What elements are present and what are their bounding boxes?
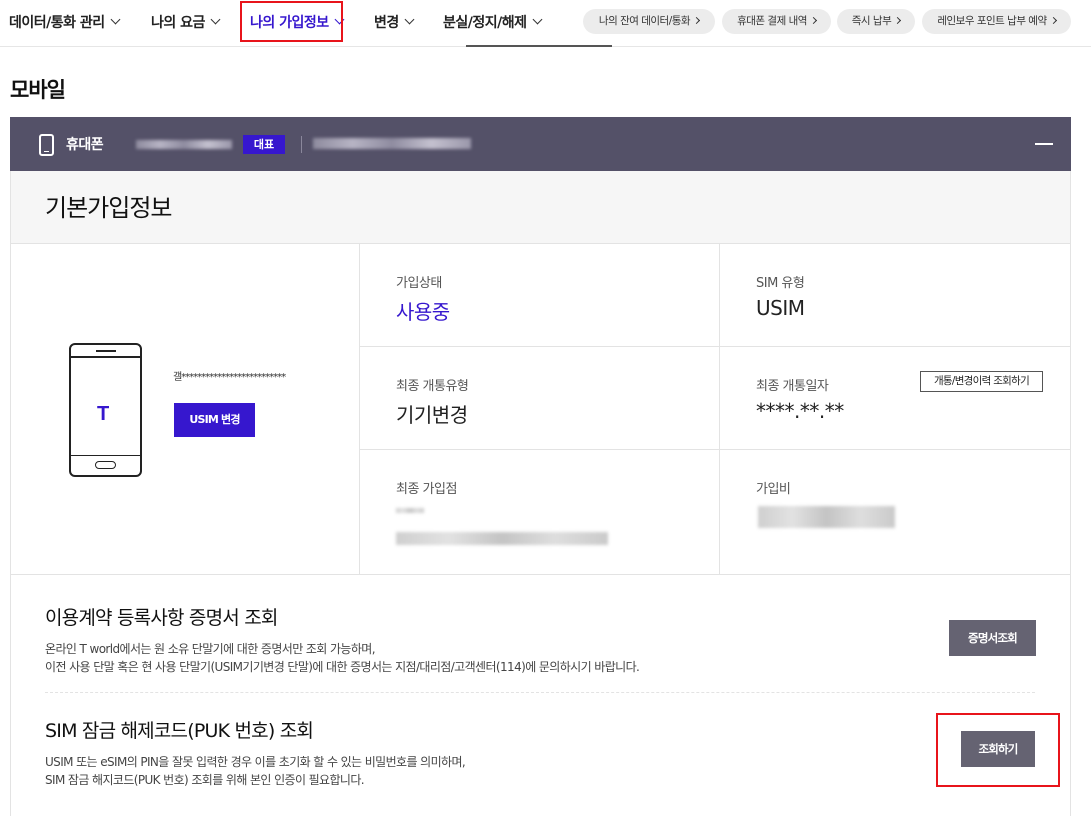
nav-active-underline [466,45,612,47]
card-title: 기본가입정보 [45,194,172,222]
chevron-right-icon [809,16,817,25]
masked-join-fee [758,506,895,528]
nav-data-call-management[interactable]: 데이터/통화 관리 [9,12,121,32]
info-cell-open-type: 최종 개통유형 기기변경 [360,347,720,450]
shortcut-instant-payment[interactable]: 즉시 납부 [837,9,915,34]
subscription-info-card: 기본가입정보 T 갤************************** USI… [10,171,1071,816]
speaker-line [96,350,116,352]
divider [301,136,302,153]
open-type-label: 최종 개통유형 [396,379,469,394]
screen-bottom-line [71,454,140,456]
chevron-right-icon [894,16,902,25]
mobile-phone-icon [39,134,54,156]
usim-change-button[interactable]: USIM 변경 [174,403,255,437]
card-header: 기본가입정보 [11,171,1070,244]
nav-highlight-box [240,1,343,42]
home-button-icon [95,461,116,469]
info-cell-status: 가입상태 사용중 [360,244,720,347]
contract-title: 이용계약 등록사항 증명서 조회 [45,607,278,629]
info-cell-join-fee: 가입비 [720,450,1070,575]
info-cell-open-date: 최종 개통일자 ****.**.** 개통/변경이력 조회하기 [720,347,1070,450]
open-type-value: 기기변경 [396,403,468,427]
representative-badge: 대표 [243,135,285,154]
nav-lost-suspend-release[interactable]: 분실/정지/해제 [443,12,542,32]
chevron-down-icon [532,14,542,25]
contract-description: 온라인 T world에서는 원 소유 단말기에 대한 증명서만 조회 가능하며… [45,640,640,676]
device-area: T 갤************************** USIM 변경 [11,244,360,575]
nav-label: 데이터/통화 관리 [9,15,105,31]
info-cell-store: 최종 가입점 [360,450,720,575]
shortcut-label: 나의 잔여 데이터/통화 [598,15,691,27]
puk-title: SIM 잠금 해제코드(PUK 번호) 조회 [45,720,314,742]
shortcut-label: 휴대폰 결제 내역 [737,15,807,27]
chevron-right-icon [1049,16,1057,25]
screen-top-line [71,356,140,358]
sim-type-value: USIM [756,296,805,320]
contract-desc-line1: 온라인 T world에서는 원 소유 단말기에 대한 증명서만 조회 가능하며… [45,642,376,656]
shortcut-phone-payment-history[interactable]: 휴대폰 결제 내역 [722,9,831,34]
page-title: 모바일 [10,78,66,102]
certificate-lookup-button[interactable]: 증명서조회 [949,620,1036,656]
status-value: 사용중 [396,300,450,324]
open-date-value: ****.**.** [756,399,844,423]
masked-store-name [396,532,608,545]
puk-description: USIM 또는 eSIM의 PIN을 잘못 입력한 경우 이를 초기화 할 수 … [45,753,466,789]
chevron-right-icon [693,16,701,25]
join-fee-label: 가입비 [756,482,791,497]
open-date-label: 최종 개통일자 [756,379,829,394]
nav-label: 분실/정지/해제 [443,15,527,31]
store-label: 최종 가입점 [396,482,457,497]
puk-desc-line1: USIM 또는 eSIM의 PIN을 잘못 입력한 경우 이를 초기화 할 수 … [45,755,466,769]
chevron-down-icon [210,14,221,25]
nav-my-fee[interactable]: 나의 요금 [151,12,221,32]
collapse-icon[interactable] [1035,143,1053,145]
info-cell-sim-type: SIM 유형 USIM [720,244,1070,347]
sim-type-label: SIM 유형 [756,276,805,291]
shortcut-remaining-data[interactable]: 나의 잔여 데이터/통화 [583,9,715,34]
chevron-down-icon [404,14,415,25]
section-divider [45,692,1035,693]
masked-store-code [396,508,424,513]
button-highlight-box [936,713,1060,787]
line-header-bar[interactable]: 휴대폰 대표 [10,117,1071,171]
nav-label: 나의 요금 [151,15,205,31]
status-label: 가입상태 [396,276,442,291]
shortcut-label: 즉시 납부 [851,15,892,27]
shortcut-label: 레인보우 포인트 납부 예약 [937,15,1047,27]
nav-change[interactable]: 변경 [374,12,415,32]
chevron-down-icon [110,14,121,25]
masked-phone-number [313,138,471,149]
top-navigation: 데이터/통화 관리 나의 요금 나의 가입정보 변경 분실/정지/해제 나의 잔… [0,0,1091,47]
smartphone-illustration-icon: T [69,343,142,477]
masked-nickname [136,140,232,149]
t-logo-icon: T [97,403,110,425]
open-history-button[interactable]: 개통/변경이력 조회하기 [920,371,1043,392]
puk-desc-line2: SIM 잠금 해지코드(PUK 번호) 조회를 위해 본인 인증이 필요합니다. [45,773,365,787]
shortcut-rainbow-point[interactable]: 레인보우 포인트 납부 예약 [922,9,1071,34]
nav-label: 변경 [374,15,399,31]
device-model-name: 갤************************** [173,372,286,383]
line-type-label: 휴대폰 [66,137,104,153]
contract-desc-line2: 이전 사용 단말 혹은 현 사용 단말기(USIM기기변경 단말)에 대한 증명… [45,660,640,674]
